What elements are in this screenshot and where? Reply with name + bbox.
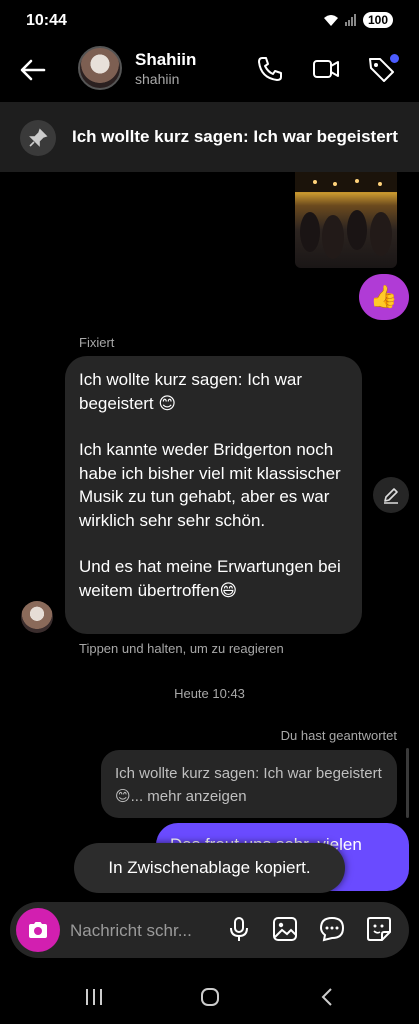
signal-icon [344,14,356,26]
like-reaction[interactable]: 👍 [359,274,409,320]
contact-avatar[interactable] [78,46,122,90]
pin-icon [20,120,56,156]
status-icons: 100 [323,12,393,28]
edit-icon[interactable] [373,477,409,513]
message-timestamp: Heute 10:43 [174,686,245,701]
message-paragraph: Und es hat meine Erwartungen bei weitem … [79,557,341,600]
shared-photo[interactable] [295,172,397,268]
home-icon[interactable] [198,985,222,1009]
pinned-message-preview[interactable]: Ich wollte kurz sagen: Ich war begeister… [72,127,419,147]
notification-dot [390,54,399,63]
contact-name[interactable]: Shahiin [135,50,196,70]
phone-icon[interactable] [255,54,285,84]
reaction-hint: Tippen und halten, um zu reagieren [79,641,284,656]
recent-apps-icon[interactable] [82,985,106,1009]
contact-handle[interactable]: shahiin [135,71,179,87]
sender-avatar[interactable] [21,601,53,633]
status-time: 10:44 [26,12,67,29]
mic-icon[interactable] [225,915,253,943]
pinned-label: Fixiert [79,335,115,350]
reply-quote[interactable]: Ich wollte kurz sagen: Ich war begeister… [101,750,397,818]
camera-icon[interactable] [16,908,60,952]
video-icon[interactable] [311,54,341,84]
chat-bubble-icon[interactable] [318,915,346,943]
clipboard-toast: In Zwischenablage kopiert. [74,843,345,893]
incoming-message-bubble[interactable]: Ich wollte kurz sagen: Ich war begeister… [65,356,362,634]
sticker-icon[interactable] [365,915,393,943]
wifi-icon [323,14,338,26]
message-input[interactable] [68,906,218,956]
message-paragraph: Ich wollte kurz sagen: Ich war begeister… [79,370,302,413]
back-icon[interactable] [18,55,48,85]
replied-label: Du hast geantwortet [280,728,397,743]
message-paragraph: Ich kannte weder Bridgerton noch habe ic… [79,440,341,530]
battery-indicator: 100 [362,12,393,28]
reply-indicator-line [406,748,409,818]
back-nav-icon[interactable] [316,985,340,1009]
gallery-icon[interactable] [271,915,299,943]
